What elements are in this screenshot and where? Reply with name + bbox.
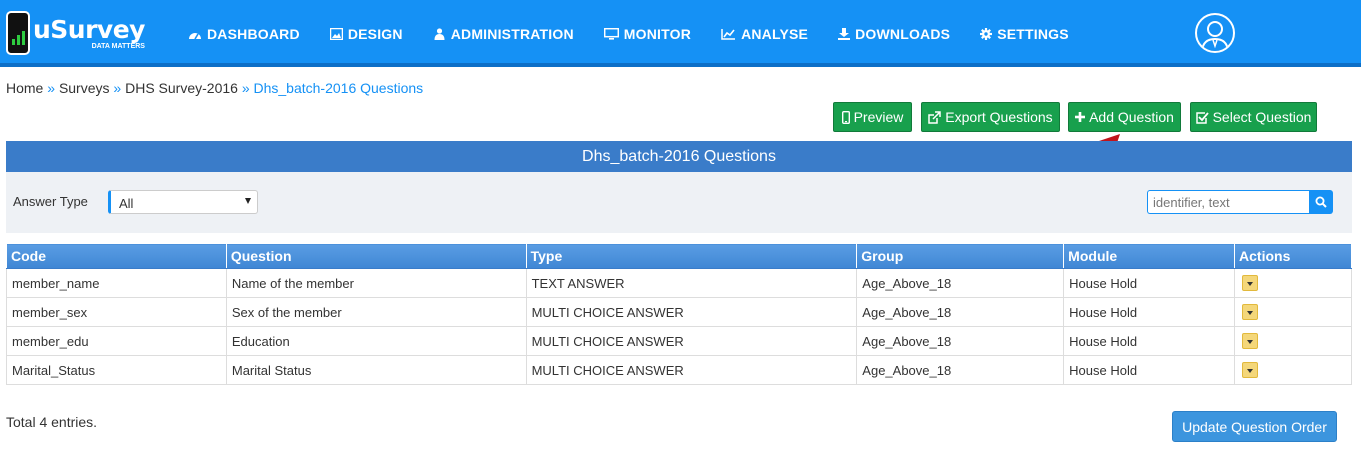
cell-group: Age_Above_18 (856, 355, 1065, 385)
brand-name: uSurvey (33, 14, 145, 44)
cell-actions (1234, 297, 1352, 327)
column-header-question[interactable]: Question (225, 243, 527, 269)
row-actions-dropdown-button[interactable] (1242, 333, 1259, 349)
cell-code: member_name (6, 268, 227, 298)
nav-label: MONITOR (623, 25, 692, 42)
export-questions-label: Export Questions (945, 109, 1053, 125)
caret-down-icon (245, 198, 251, 204)
breadcrumb-separator: » (47, 80, 56, 96)
cell-question: Education (225, 326, 527, 356)
column-header-group[interactable]: Group (856, 243, 1065, 269)
cell-question: Marital Status (225, 355, 527, 385)
line-chart-icon (721, 28, 736, 40)
select-question-button[interactable]: Select Question (1190, 102, 1317, 132)
cell-question: Name of the member (225, 268, 527, 298)
cell-actions (1234, 355, 1352, 385)
nav-item-settings[interactable]: SETTINGS (980, 26, 1069, 42)
cell-type: MULTI CHOICE ANSWER (525, 355, 858, 385)
nav-label: DESIGN (347, 25, 403, 42)
breadcrumb-separator: » (241, 80, 250, 96)
row-actions-dropdown-button[interactable] (1242, 304, 1259, 320)
row-actions-dropdown-button[interactable] (1242, 362, 1259, 378)
user-avatar-icon[interactable] (1195, 13, 1235, 53)
nav-label: DOWNLOADS (855, 25, 951, 42)
monitor-icon (603, 27, 619, 40)
cell-module: House Hold (1063, 355, 1236, 385)
table-row: Marital_Status Marital Status MULTI CHOI… (6, 355, 1352, 385)
nav-item-dashboard[interactable]: DASHBOARD (188, 26, 300, 42)
column-header-actions: Actions (1234, 243, 1352, 269)
nav-item-administration[interactable]: ADMINISTRATION (433, 26, 574, 42)
cell-type: TEXT ANSWER (525, 268, 858, 298)
breadcrumb-home[interactable]: Home (6, 80, 43, 96)
total-entries: Total 4 entries. (6, 414, 98, 430)
gear-icon (980, 27, 993, 40)
external-link-icon (928, 110, 942, 124)
search-button[interactable] (1309, 190, 1333, 214)
preview-label: Preview (853, 109, 904, 125)
export-questions-button[interactable]: Export Questions (921, 102, 1060, 132)
brand-logo[interactable]: uSurvey DATA MATTERS (6, 6, 145, 60)
nav-item-downloads[interactable]: DOWNLOADS (838, 26, 950, 42)
cell-group: Age_Above_18 (856, 268, 1065, 298)
answer-type-label: Answer Type (13, 194, 88, 209)
nav-label: SETTINGS (997, 25, 1069, 42)
cell-code: member_edu (6, 326, 227, 356)
cell-group: Age_Above_18 (856, 326, 1065, 356)
dashboard-icon (189, 32, 201, 39)
column-header-code[interactable]: Code (6, 243, 227, 269)
phone-logo-icon (6, 11, 30, 55)
breadcrumb: Home » Surveys » DHS Survey-2016 » Dhs_b… (6, 80, 423, 96)
nav-label: ANALYSE (741, 25, 809, 42)
questions-table: Code Question Type Group Module Actions … (6, 243, 1352, 385)
answer-type-select[interactable]: All (108, 190, 258, 214)
column-header-module[interactable]: Module (1063, 243, 1236, 269)
select-question-label: Select Question (1212, 109, 1312, 125)
row-actions-dropdown-button[interactable] (1242, 275, 1259, 291)
cell-code: member_sex (6, 297, 227, 327)
image-icon (329, 27, 343, 40)
nav-label: ADMINISTRATION (450, 25, 574, 42)
breadcrumb-survey[interactable]: DHS Survey-2016 (125, 80, 238, 96)
breadcrumb-separator: » (113, 80, 122, 96)
add-question-label: Add Question (1089, 109, 1174, 125)
nav-item-analyse[interactable]: ANALYSE (721, 26, 808, 42)
table-row: member_name Name of the member TEXT ANSW… (6, 268, 1352, 298)
cell-type: MULTI CHOICE ANSWER (525, 326, 858, 356)
cell-module: House Hold (1063, 326, 1236, 356)
nav-item-monitor[interactable]: MONITOR (603, 25, 692, 42)
cell-code: Marital_Status (6, 355, 227, 385)
cell-actions (1234, 268, 1352, 298)
mobile-icon (841, 110, 850, 124)
nav-item-design[interactable]: DESIGN (329, 25, 403, 42)
cell-group: Age_Above_18 (856, 297, 1065, 327)
cell-type: MULTI CHOICE ANSWER (525, 297, 858, 327)
cell-question: Sex of the member (225, 297, 527, 327)
nav-label: DASHBOARD (207, 25, 300, 42)
breadcrumb-current: Dhs_batch-2016 Questions (253, 80, 424, 96)
preview-button[interactable]: Preview (833, 102, 912, 132)
cell-module: House Hold (1063, 268, 1236, 298)
filter-bar: Answer Type All (6, 172, 1352, 233)
answer-type-value: All (119, 196, 134, 211)
cell-actions (1234, 326, 1352, 356)
cell-module: House Hold (1063, 297, 1236, 327)
table-header-row: Code Question Type Group Module Actions (6, 243, 1352, 269)
update-question-order-button[interactable]: Update Question Order (1172, 411, 1337, 442)
plus-icon (1075, 112, 1086, 122)
top-navbar: uSurvey DATA MATTERS DASHBOARD DESIGN AD… (0, 0, 1361, 67)
column-header-type[interactable]: Type (525, 243, 858, 269)
breadcrumb-surveys[interactable]: Surveys (59, 80, 110, 96)
table-row: member_sex Sex of the member MULTI CHOIC… (6, 297, 1352, 327)
search-input[interactable] (1147, 190, 1309, 214)
users-icon (434, 27, 445, 40)
check-square-icon (1195, 111, 1209, 124)
download-icon (838, 27, 851, 40)
panel-title: Dhs_batch-2016 Questions (6, 141, 1352, 172)
main-nav: DASHBOARD DESIGN ADMINISTRATION MONITOR … (188, 0, 1099, 67)
brand-tagline: DATA MATTERS (91, 42, 145, 50)
table-row: member_edu Education MULTI CHOICE ANSWER… (6, 326, 1352, 356)
search-icon (1315, 196, 1327, 208)
